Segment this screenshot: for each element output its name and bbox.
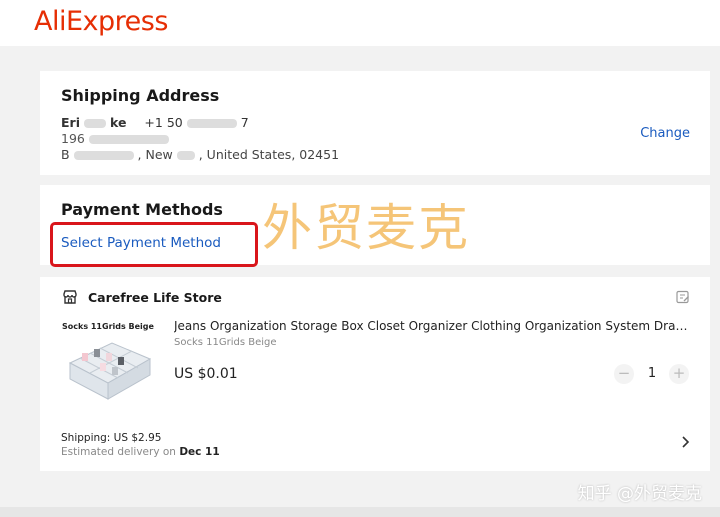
product-image-label: Socks 11Grids Beige [62,322,154,331]
delivery-prefix: Estimated delivery on [61,446,176,458]
shipping-address-title: Shipping Address [61,86,220,105]
product-title[interactable]: Jeans Organization Storage Box Closet Or… [174,319,694,333]
redacted-phone [186,119,237,128]
recipient-phone: +1 50 [144,115,183,130]
city-end: , United States, 02451 [198,147,340,162]
street-number: 196 [61,131,85,146]
payment-methods-title: Payment Methods [61,200,223,219]
shipping-address-card: Shipping Address Eri ke +1 50 7 196 B , … [40,71,710,175]
address-line-city: B , New , United States, 02451 [61,147,339,162]
delivery-date: Dec 11 [179,446,220,458]
store-name[interactable]: Carefree Life Store [88,290,222,305]
quantity-increase-button[interactable]: + [669,364,689,384]
redacted-city [73,151,134,160]
bottom-strip [0,507,720,517]
chevron-right-icon[interactable] [680,435,690,449]
store-icon [63,290,77,304]
overlay-watermark-text: 外贸麦克 [262,199,470,257]
change-address-link[interactable]: Change [640,126,690,141]
recipient-phone-end: 7 [240,115,249,130]
aliexpress-logo[interactable]: AliExpress [34,6,168,37]
redacted-state [176,151,195,160]
recipient-name: Eri [61,115,80,130]
note-icon[interactable] [676,290,690,304]
recipient-line: Eri ke +1 50 7 [61,115,249,130]
store-order-card: Carefree Life Store Socks 11Grids Beige … [40,277,710,471]
estimated-delivery: Estimated delivery on Dec 11 [61,446,220,458]
zhihu-watermark: 知乎 @外贸麦克 [577,484,702,504]
highlight-box [50,222,258,267]
quantity-value: 1 [647,366,657,381]
redacted-name [83,119,106,128]
top-bar: AliExpress [0,0,720,46]
redacted-street [88,135,169,144]
shipping-fee: Shipping: US $2.95 [61,432,162,444]
address-line-street: 196 [61,131,169,146]
product-image[interactable]: Socks 11Grids Beige [60,319,158,403]
city-mid: , New [137,147,173,162]
city-start: B [61,147,70,162]
organizer-box-graphic [68,342,152,400]
product-variant: Socks 11Grids Beige [174,337,277,348]
recipient-name-end: ke [109,115,127,130]
quantity-decrease-button[interactable]: − [614,364,634,384]
product-price: US $0.01 [174,366,238,382]
